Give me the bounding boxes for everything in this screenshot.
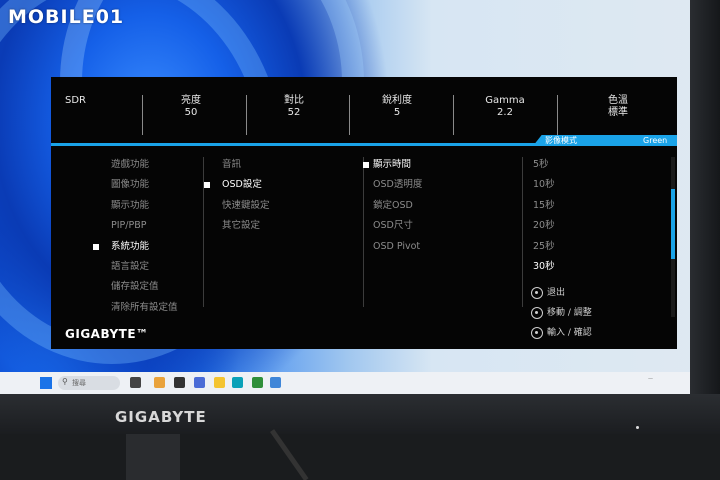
display-time-values: 5秒 10秒 15秒 20秒 25秒 30秒 bbox=[533, 155, 593, 277]
status-sdr: SDR bbox=[65, 95, 115, 133]
status-divider bbox=[246, 95, 247, 135]
search-placeholder: 搜尋 bbox=[72, 379, 86, 387]
help-label: 輸入 / 確認 bbox=[547, 328, 592, 338]
taskview-icon[interactable] bbox=[130, 377, 141, 388]
picture-mode-label: 影像模式 bbox=[545, 136, 577, 145]
joystick-icon bbox=[531, 306, 543, 319]
menu-item-reset-all[interactable]: 清除所有設定值 bbox=[111, 298, 221, 318]
status-value: 2.2 bbox=[497, 107, 513, 118]
help-label: 退出 bbox=[547, 288, 566, 298]
main-menu: 遊戲功能 圖像功能 顯示功能 PIP/PBP 系統功能 語言設定 儲存設定值 清… bbox=[93, 155, 221, 318]
app-icon[interactable] bbox=[270, 377, 281, 388]
monitor-bezel-right bbox=[690, 0, 720, 400]
osd-brand-logo: GIGABYTE™ bbox=[65, 327, 149, 341]
menu-item-osd-pivot[interactable]: OSD Pivot bbox=[373, 237, 503, 257]
osd-settings-menu: 顯示時間 OSD透明度 鎖定OSD OSD尺寸 OSD Pivot bbox=[363, 155, 503, 257]
value-option[interactable]: 10秒 bbox=[533, 175, 593, 195]
column-divider bbox=[203, 157, 204, 307]
system-submenu: 音訊 OSD設定 快速鍵設定 其它設定 bbox=[204, 155, 342, 237]
monitor-stand bbox=[126, 434, 180, 480]
help-enter-confirm: 輸入 / 確認 bbox=[531, 326, 592, 340]
menu-item-language[interactable]: 語言設定 bbox=[111, 257, 221, 277]
value-option[interactable]: 20秒 bbox=[533, 216, 593, 236]
status-value: 52 bbox=[287, 107, 301, 118]
status-divider bbox=[557, 95, 558, 135]
menu-item-gaming[interactable]: 遊戲功能 bbox=[111, 155, 221, 175]
status-label: 色溫 bbox=[608, 95, 628, 106]
joystick-icon bbox=[531, 286, 543, 299]
status-label: 對比 bbox=[284, 95, 304, 106]
value-option[interactable]: 15秒 bbox=[533, 196, 593, 216]
scroll-thumb[interactable] bbox=[671, 189, 675, 259]
joystick-icon bbox=[531, 326, 543, 339]
search-icon: ⚲ bbox=[62, 377, 68, 386]
value-option[interactable]: 25秒 bbox=[533, 237, 593, 257]
status-brightness: 亮度 50 bbox=[161, 95, 221, 133]
store-icon[interactable] bbox=[252, 377, 263, 388]
start-icon[interactable] bbox=[40, 377, 52, 389]
menu-item-other-settings[interactable]: 其它設定 bbox=[222, 216, 342, 236]
power-led bbox=[636, 426, 639, 429]
status-divider bbox=[142, 95, 143, 135]
edge-icon[interactable] bbox=[232, 377, 243, 388]
selected-marker bbox=[93, 243, 99, 250]
monitor-bezel-bottom bbox=[0, 394, 720, 434]
status-sharpness: 銳利度 5 bbox=[367, 95, 427, 133]
menu-item-system[interactable]: 系統功能 bbox=[93, 237, 221, 257]
app-icon[interactable] bbox=[154, 377, 165, 388]
bezel-brand-logo: GIGABYTE bbox=[115, 408, 207, 426]
value-option[interactable]: 5秒 bbox=[533, 155, 593, 175]
help-label: 移動 / 調整 bbox=[547, 308, 592, 318]
status-value: 標準 bbox=[608, 107, 628, 118]
status-label: Gamma bbox=[485, 95, 525, 106]
menu-item-osd-transparency[interactable]: OSD透明度 bbox=[373, 175, 503, 195]
help-exit: 退出 bbox=[531, 286, 565, 300]
status-contrast: 對比 52 bbox=[264, 95, 324, 133]
status-label: 銳利度 bbox=[382, 95, 412, 106]
menu-item-osd-size[interactable]: OSD尺寸 bbox=[373, 216, 503, 236]
value-option-selected[interactable]: 30秒 bbox=[533, 257, 593, 277]
status-label: SDR bbox=[65, 95, 86, 106]
status-divider bbox=[349, 95, 350, 135]
menu-item-label: OSD設定 bbox=[222, 179, 262, 191]
menu-item-pip-pbp[interactable]: PIP/PBP bbox=[111, 216, 221, 236]
help-move-adjust: 移動 / 調整 bbox=[531, 306, 592, 320]
app-icon[interactable] bbox=[174, 377, 185, 388]
status-value: 50 bbox=[184, 107, 198, 118]
menu-item-save-settings[interactable]: 儲存設定值 bbox=[111, 277, 221, 297]
column-divider bbox=[522, 157, 523, 307]
taskbar-clock: — bbox=[648, 376, 653, 382]
column-divider bbox=[363, 157, 364, 307]
menu-item-display[interactable]: 顯示功能 bbox=[111, 196, 221, 216]
menu-item-label: 系統功能 bbox=[111, 240, 150, 252]
status-color-temp: 色溫 標準 bbox=[588, 95, 648, 133]
taskbar-search[interactable]: ⚲ 搜尋 bbox=[58, 376, 120, 390]
menu-item-label: 顯示時間 bbox=[373, 159, 412, 170]
osd-menu: SDR 亮度 50 對比 52 銳利度 5 Gamma 2.2 色溫 標準 影像… bbox=[51, 77, 677, 349]
menu-item-audio[interactable]: 音訊 bbox=[222, 155, 342, 175]
folder-icon[interactable] bbox=[214, 377, 225, 388]
status-value: 5 bbox=[393, 107, 401, 118]
picture-mode-value: Green bbox=[643, 136, 668, 145]
selected-marker bbox=[204, 182, 210, 189]
osd-status-bar: SDR 亮度 50 對比 52 銳利度 5 Gamma 2.2 色溫 標準 bbox=[51, 85, 677, 135]
status-label: 亮度 bbox=[181, 95, 201, 106]
menu-item-lock-osd[interactable]: 鎖定OSD bbox=[373, 196, 503, 216]
menu-item-quick-switch[interactable]: 快速鍵設定 bbox=[222, 196, 342, 216]
menu-item-display-time[interactable]: 顯示時間 bbox=[363, 155, 503, 175]
selected-marker bbox=[363, 162, 369, 168]
status-divider bbox=[453, 95, 454, 135]
chat-icon[interactable] bbox=[194, 377, 205, 388]
watermark: MOBILE01 bbox=[8, 6, 125, 28]
status-gamma: Gamma 2.2 bbox=[472, 95, 538, 133]
menu-item-osd-settings[interactable]: OSD設定 bbox=[204, 175, 342, 195]
